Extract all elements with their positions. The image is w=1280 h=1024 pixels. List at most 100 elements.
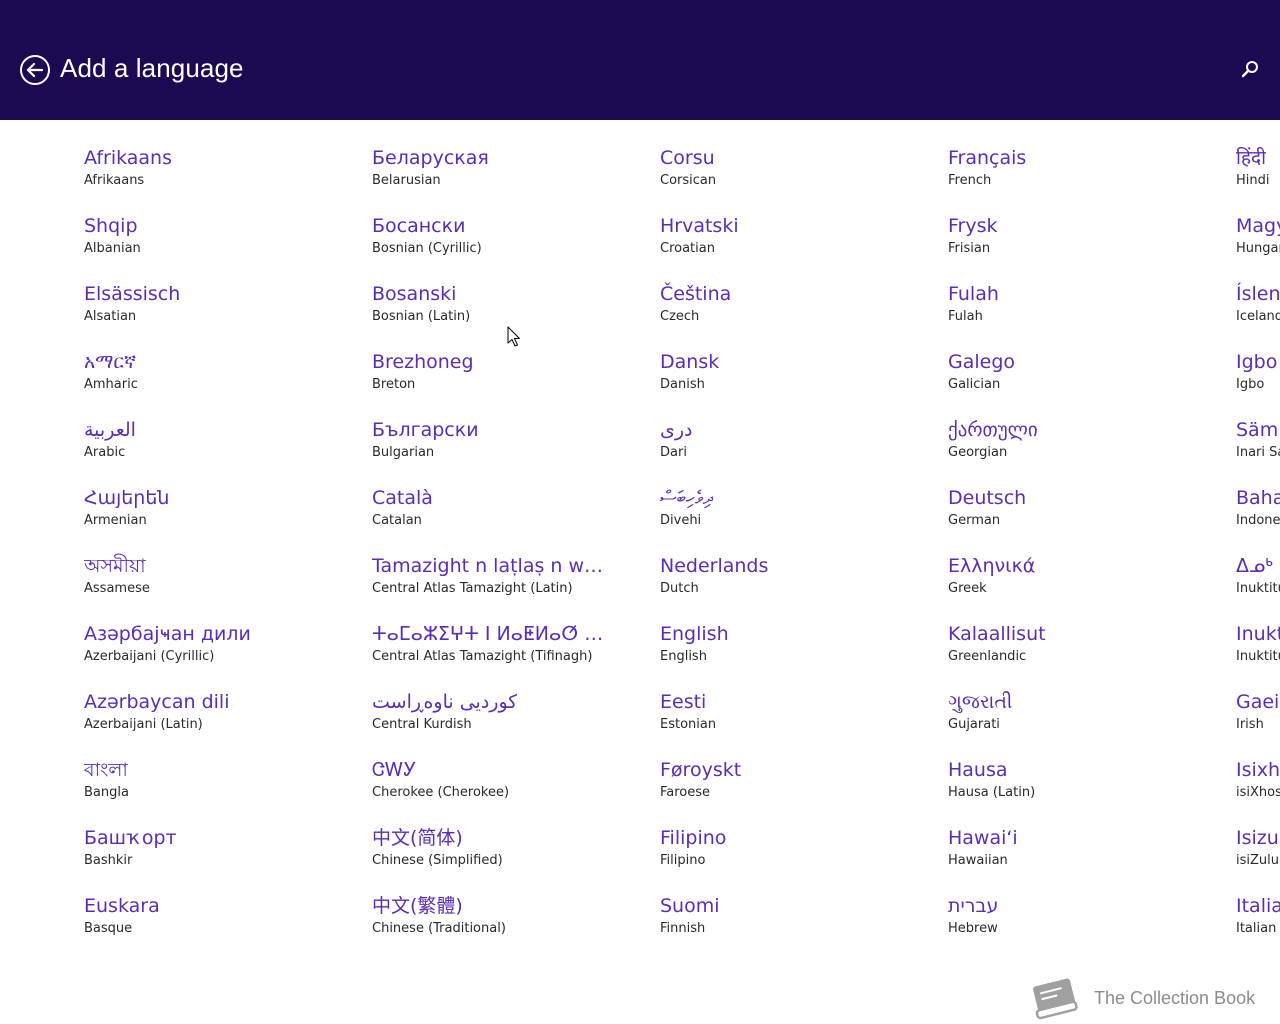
language-native-name: Ελληνικά xyxy=(948,555,1036,577)
language-native-name: ქართული xyxy=(948,419,1038,441)
language-english-name: Dutch xyxy=(660,581,699,596)
watermark: The Collection Book xyxy=(1026,974,1280,1024)
language-english-name: Hebrew xyxy=(948,921,998,936)
language-item[interactable]: ދިވެހިބަސް Divehi xyxy=(660,485,940,545)
language-item[interactable]: Български Bulgarian xyxy=(372,417,652,477)
language-english-name: Cherokee (Cherokee) xyxy=(372,785,510,800)
language-item[interactable]: Baha Indone xyxy=(1236,485,1280,545)
language-item[interactable]: Shqip Albanian xyxy=(84,213,364,273)
language-english-name: Amharic xyxy=(84,377,138,392)
language-item[interactable]: Italia Italian xyxy=(1236,893,1280,953)
language-native-name: Frysk xyxy=(948,215,998,237)
language-item[interactable]: Gaeil Irish xyxy=(1236,689,1280,749)
language-item[interactable]: English English xyxy=(660,621,940,681)
language-item[interactable]: 中文(简体) Chinese (Simplified) xyxy=(372,825,652,885)
language-english-name: Hawaiian xyxy=(948,853,1008,868)
language-item[interactable]: ગુજરાતી Gujarati xyxy=(948,689,1228,749)
language-item[interactable]: Босански Bosnian (Cyrillic) xyxy=(372,213,652,273)
language-native-name: Inukt xyxy=(1236,623,1280,645)
language-english-name: Hausa (Latin) xyxy=(948,785,1036,800)
language-item[interactable]: Suomi Finnish xyxy=(660,893,940,953)
language-item[interactable]: Galego Galician xyxy=(948,349,1228,409)
language-english-name: Chinese (Traditional) xyxy=(372,921,506,936)
language-native-name: Čeština xyxy=(660,283,732,305)
language-native-name: Български xyxy=(372,419,479,441)
language-english-name: Filipino xyxy=(660,853,706,868)
language-item[interactable]: ქართული Georgian xyxy=(948,417,1228,477)
language-item[interactable]: Elsässisch Alsatian xyxy=(84,281,364,341)
language-item[interactable]: Nederlands Dutch xyxy=(660,553,940,613)
language-item[interactable]: العربية Arabic xyxy=(84,417,364,477)
language-item[interactable]: Inukt Inuktitu xyxy=(1236,621,1280,681)
language-item[interactable]: Hausa Hausa (Latin) xyxy=(948,757,1228,817)
language-item[interactable]: Català Catalan xyxy=(372,485,652,545)
language-item[interactable]: Ελληνικά Greek xyxy=(948,553,1228,613)
language-item[interactable]: Íslens Iceland xyxy=(1236,281,1280,341)
language-item[interactable]: Eesti Estonian xyxy=(660,689,940,749)
back-button[interactable] xyxy=(19,54,51,86)
language-item[interactable]: Հայերեն Armenian xyxy=(84,485,364,545)
book-icon xyxy=(1033,978,1078,1020)
language-item[interactable]: Magy Hungar xyxy=(1236,213,1280,273)
language-item[interactable]: Brezhoneg Breton xyxy=(372,349,652,409)
language-item[interactable]: Беларуская Belarusian xyxy=(372,145,652,205)
language-item[interactable]: Sämi Inari Sa xyxy=(1236,417,1280,477)
language-item[interactable]: Hrvatski Croatian xyxy=(660,213,940,273)
language-item[interactable]: Afrikaans Afrikaans xyxy=(84,145,364,205)
language-item[interactable]: Corsu Corsican xyxy=(660,145,940,205)
language-item[interactable]: Kalaallisut Greenlandic xyxy=(948,621,1228,681)
language-english-name: Bangla xyxy=(84,785,129,800)
language-english-name: isiZulu xyxy=(1236,853,1279,868)
language-item[interactable]: עברית Hebrew xyxy=(948,893,1228,953)
language-item[interactable]: অসমীয়া Assamese xyxy=(84,553,364,613)
language-native-name: English xyxy=(660,623,729,645)
language-item[interactable]: Tamazight n laṭlaṣ n wa... Central Atlas … xyxy=(372,553,652,613)
language-item[interactable]: Hawaiʻi Hawaiian xyxy=(948,825,1228,885)
language-english-name: German xyxy=(948,513,1001,528)
language-native-name: ᐃᓄᒃ xyxy=(1236,555,1273,577)
language-native-name: ⵜⴰⵎⴰⵣⵉⵖⵜ ⵏ ⵍⴰⵟⵍⴰⵚ ⵏ ⵡ... xyxy=(372,623,604,645)
language-native-name: Shqip xyxy=(84,215,138,237)
language-item[interactable]: Føroyskt Faroese xyxy=(660,757,940,817)
language-item[interactable]: አማርኛ Amharic xyxy=(84,349,364,409)
language-english-name: Azerbaijani (Cyrillic) xyxy=(84,649,215,664)
language-english-name: Galician xyxy=(948,377,1001,392)
language-item[interactable]: Fulah Fulah xyxy=(948,281,1228,341)
language-item[interactable]: 中文(繁體) Chinese (Traditional) xyxy=(372,893,652,953)
language-item[interactable]: Dansk Danish xyxy=(660,349,940,409)
language-item[interactable]: Азәрбајҹан дили Azerbaijani (Cyrillic) xyxy=(84,621,364,681)
language-item[interactable]: Azərbaycan dili Azerbaijani (Latin) xyxy=(84,689,364,749)
language-item[interactable]: Isixh isiXhos xyxy=(1236,757,1280,817)
search-icon xyxy=(1241,61,1258,78)
language-english-name: Italian xyxy=(1236,921,1277,936)
language-item[interactable]: Filipino Filipino xyxy=(660,825,940,885)
language-item[interactable]: درى Dari xyxy=(660,417,940,477)
language-english-name: Indone xyxy=(1236,513,1280,528)
language-native-name: Азәрбајҹан дили xyxy=(84,623,251,645)
language-english-name: Bosnian (Latin) xyxy=(372,309,471,324)
language-item[interactable]: Башҡорт Bashkir xyxy=(84,825,364,885)
language-native-name: Eesti xyxy=(660,691,707,713)
language-item[interactable]: Deutsch German xyxy=(948,485,1228,545)
language-item[interactable]: ᏣᎳᎩ Cherokee (Cherokee) xyxy=(372,757,652,817)
language-native-name: অসমীয়া xyxy=(84,555,146,577)
language-english-name: Breton xyxy=(372,377,416,392)
language-english-name: Czech xyxy=(660,309,700,324)
language-item[interactable]: Isizul isiZulu xyxy=(1236,825,1280,885)
language-native-name: Башҡорт xyxy=(84,827,177,849)
language-item[interactable]: ⵜⴰⵎⴰⵣⵉⵖⵜ ⵏ ⵍⴰⵟⵍⴰⵚ ⵏ ⵡ... Central Atlas Ta… xyxy=(372,621,652,681)
language-english-name: Central Atlas Tamazight (Latin) xyxy=(372,581,573,596)
search-button[interactable] xyxy=(1238,58,1262,82)
language-native-name: Íslens xyxy=(1236,283,1280,305)
language-item[interactable]: Čeština Czech xyxy=(660,281,940,341)
language-item[interactable]: Euskara Basque xyxy=(84,893,364,953)
language-item[interactable]: हिंदी Hindi xyxy=(1236,145,1280,205)
language-item[interactable]: ᐃᓄᒃ Inuktitu xyxy=(1236,553,1280,613)
language-english-name: Inuktitu xyxy=(1236,649,1280,664)
language-item[interactable]: বাংলা Bangla xyxy=(84,757,364,817)
language-item[interactable]: Igbo Igbo xyxy=(1236,349,1280,409)
language-item[interactable]: کوردیی ناوەڕاست Central Kurdish xyxy=(372,689,652,749)
language-item[interactable]: Français French xyxy=(948,145,1228,205)
language-item[interactable]: Frysk Frisian xyxy=(948,213,1228,273)
language-native-name: Galego xyxy=(948,351,1016,373)
